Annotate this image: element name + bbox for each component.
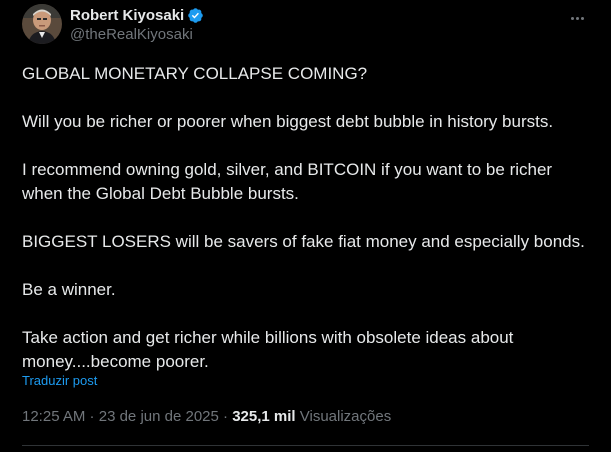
display-name-row: Robert Kiyosaki: [70, 5, 204, 25]
tweet-paragraph: BIGGEST LOSERS will be savers of fake fi…: [22, 232, 585, 251]
tweet-time[interactable]: 12:25 AM: [22, 408, 85, 425]
translate-post-link[interactable]: Traduzir post: [22, 373, 97, 388]
meta-separator: ·: [85, 408, 99, 425]
verified-badge-icon: [187, 7, 204, 24]
avatar[interactable]: [22, 4, 62, 44]
tweet-header: Robert Kiyosaki @theRealKiyosaki: [22, 4, 589, 44]
tweet-paragraph: GLOBAL MONETARY COLLAPSE COMING?: [22, 64, 368, 83]
divider: [22, 445, 589, 446]
views-label: Visualizações: [299, 408, 392, 425]
author-display-name[interactable]: Robert Kiyosaki: [70, 7, 184, 24]
tweet-paragraph: Be a winner.: [22, 280, 116, 299]
tweet-meta: 12:25 AM · 23 de jun de 2025 · 325,1 mil…: [22, 408, 391, 425]
meta-separator: ·: [218, 408, 233, 425]
tweet-paragraph: I recommend owning gold, silver, and BIT…: [22, 160, 553, 203]
tweet-container: Robert Kiyosaki @theRealKiyosaki GLOBAL …: [0, 0, 611, 452]
tweet-paragraph: Will you be richer or poorer when bigges…: [22, 112, 554, 131]
more-options-icon[interactable]: [565, 8, 589, 28]
views-count: 325,1 mil: [232, 408, 296, 425]
author-handle[interactable]: @theRealKiyosaki: [70, 26, 204, 43]
tweet-date[interactable]: 23 de jun de 2025: [99, 408, 219, 425]
tweet-text: GLOBAL MONETARY COLLAPSE COMING? Will yo…: [22, 62, 592, 374]
author-block: Robert Kiyosaki @theRealKiyosaki: [70, 5, 204, 43]
tweet-paragraph: Take action and get richer while billion…: [22, 328, 514, 371]
avatar-image: [22, 4, 62, 44]
